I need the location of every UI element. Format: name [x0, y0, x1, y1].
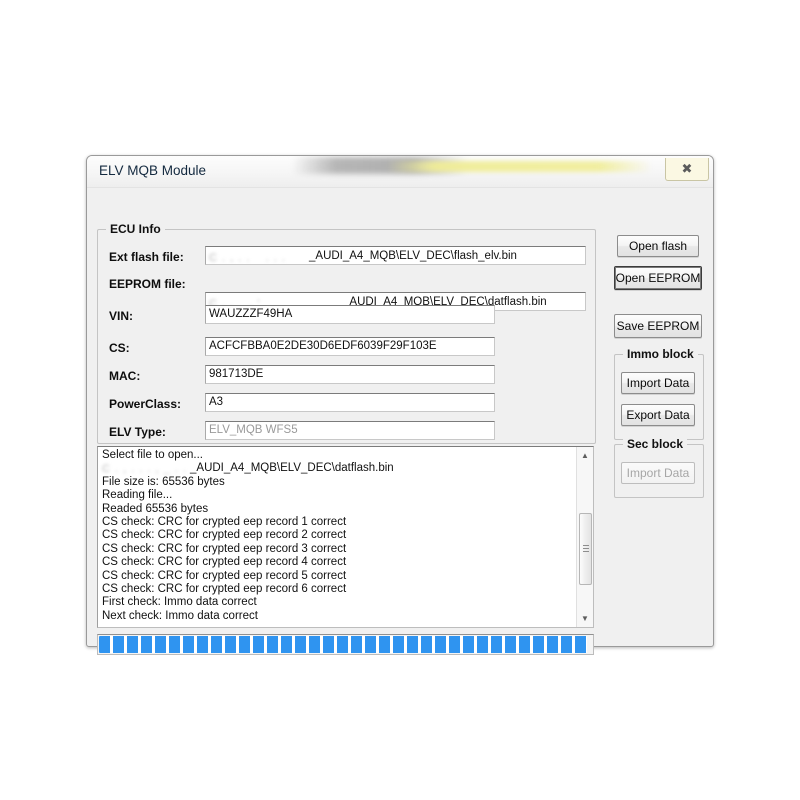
immo-import-data-button[interactable]: Import Data — [621, 372, 695, 394]
progress-bar-fill — [99, 636, 588, 653]
log-line: Readed 65536 bytes — [102, 502, 209, 515]
ext-flash-file-input[interactable]: C . , . . _ . . . _AUDI_A4_MQB\ELV_DEC\f… — [205, 246, 586, 265]
close-icon[interactable]: ✖ — [665, 158, 709, 181]
log-line-redacted-prefix: C . , . . . , _ . . . — [102, 463, 186, 475]
ecu-info-title: ECU Info — [106, 222, 165, 236]
immo-export-data-button[interactable]: Export Data — [621, 404, 695, 426]
log-line: CS check: CRC for crypted eep record 1 c… — [102, 516, 347, 529]
log-panel: Select file to open... C . , . . . , _ . … — [97, 446, 594, 628]
powerclass-label: PowerClass: — [109, 397, 182, 411]
log-scrollbar[interactable]: ▲ ▼ — [576, 447, 593, 627]
sec-block-title: Sec block — [623, 437, 688, 451]
powerclass-input[interactable]: A3 — [205, 393, 495, 412]
cs-label: CS: — [109, 341, 130, 355]
log-line: CS check: CRC for crypted eep record 2 c… — [102, 529, 347, 542]
sec-import-data-button: Import Data — [621, 462, 695, 484]
log-line: CS check: CRC for crypted eep record 4 c… — [102, 556, 347, 569]
scrollbar-grip-icon — [583, 545, 589, 552]
progress-bar — [97, 634, 594, 655]
vin-label: VIN: — [109, 309, 133, 323]
log-line: C . , . . . , _ . . . _AUDI_A4_MQB\ELV_DE… — [102, 462, 576, 475]
log-line: Reading file... — [102, 489, 173, 502]
mac-label: MAC: — [109, 369, 141, 383]
window-client-area: ECU Info Ext flash file: C . , . . _ . .… — [87, 188, 713, 655]
log-text-area[interactable]: Select file to open... C . , . . . , _ . … — [98, 447, 576, 627]
ext-flash-file-label: Ext flash file: — [109, 250, 184, 264]
log-line: Select file to open... — [102, 449, 204, 461]
save-eeprom-button[interactable]: Save EEPROM — [614, 314, 702, 338]
immo-block-title: Immo block — [623, 347, 698, 361]
log-line: File size is: 65536 bytes — [102, 475, 225, 488]
log-line: CS check: CRC for crypted eep record 5 c… — [102, 569, 347, 582]
elv-type-label: ELV Type: — [109, 425, 166, 439]
immo-block-groupbox: Immo block — [614, 347, 704, 440]
scroll-up-icon[interactable]: ▲ — [577, 447, 593, 464]
eeprom-file-label: EEPROM file: — [109, 277, 186, 291]
redaction-smudge-yellow — [387, 161, 652, 172]
mac-input[interactable]: 981713DE — [205, 365, 495, 384]
log-line: CS check: CRC for crypted eep record 3 c… — [102, 542, 347, 555]
log-line-text: _AUDI_A4_MQB\ELV_DEC\datflash.bin — [190, 462, 394, 475]
ext-flash-file-redacted-prefix: C . , . . _ . . . — [209, 252, 286, 262]
window-title: ELV MQB Module — [99, 163, 207, 178]
log-line: CS check: CRC for crypted eep record 6 c… — [102, 583, 347, 596]
open-eeprom-button[interactable]: Open EEPROM — [614, 266, 702, 290]
open-flash-button[interactable]: Open flash — [617, 235, 699, 257]
window-titlebar[interactable]: ELV MQB Module ✖ — [87, 156, 713, 188]
screen-root: { "window": { "title": "ELV MQB Module",… — [0, 0, 800, 800]
cs-input[interactable]: ACFCFBBA0E2DE30D6EDF6039F29F103E — [205, 337, 495, 356]
scroll-down-icon[interactable]: ▼ — [577, 610, 593, 627]
scrollbar-thumb[interactable] — [579, 513, 592, 585]
ext-flash-file-value: _AUDI_A4_MQB\ELV_DEC\flash_elv.bin — [309, 250, 517, 262]
vin-input[interactable]: WAUZZZF49HA — [205, 305, 495, 324]
log-line: Next check: Immo data correct — [102, 609, 258, 622]
elv-mqb-module-window: ELV MQB Module ✖ ECU Info Ext flash file… — [86, 155, 714, 655]
elv-type-input: ELV_MQB WFS5 — [205, 421, 495, 440]
log-line: First check: Immo data correct — [102, 596, 257, 609]
